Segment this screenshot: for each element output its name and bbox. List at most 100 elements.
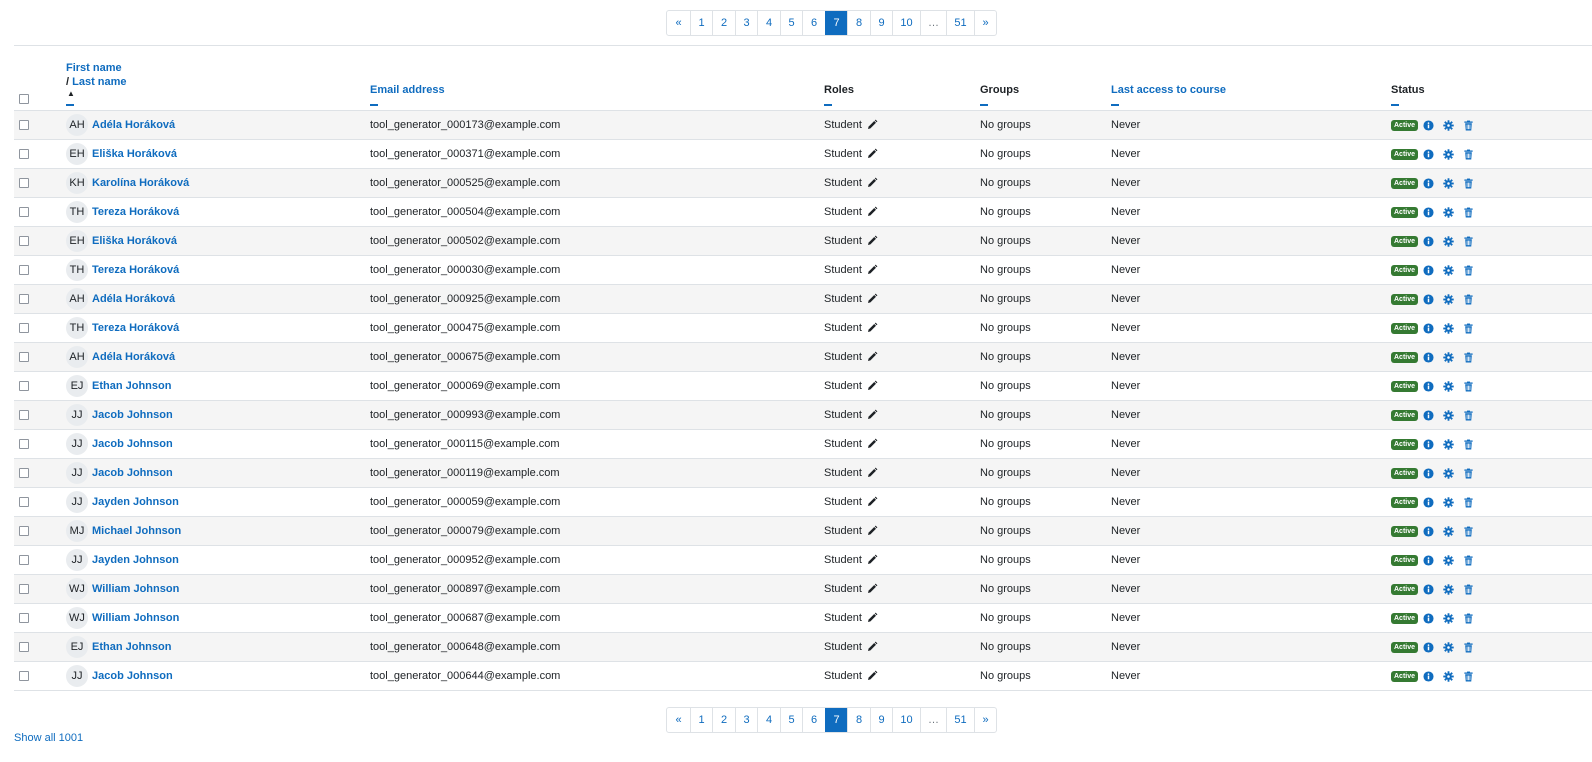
- pagination-next[interactable]: »: [974, 11, 996, 35]
- pencil-icon[interactable]: [866, 409, 878, 421]
- pagination-page-10[interactable]: 10: [892, 708, 920, 732]
- user-name-link[interactable]: Ethan Johnson: [92, 641, 171, 653]
- user-name-link[interactable]: Jacob Johnson: [92, 409, 173, 421]
- collapse-column-icon[interactable]: [824, 104, 832, 106]
- info-icon[interactable]: [1423, 525, 1434, 537]
- pencil-icon[interactable]: [866, 496, 878, 508]
- pencil-icon[interactable]: [866, 177, 878, 189]
- pagination-page-8[interactable]: 8: [847, 11, 870, 35]
- pagination-prev[interactable]: «: [667, 708, 690, 732]
- pagination-page-6[interactable]: 6: [802, 708, 825, 732]
- user-name-link[interactable]: Eliška Horáková: [92, 235, 177, 247]
- gear-icon[interactable]: [1443, 641, 1454, 653]
- pagination-page-5[interactable]: 5: [780, 11, 802, 35]
- info-icon[interactable]: [1423, 409, 1434, 421]
- row-select-checkbox[interactable]: [19, 294, 29, 305]
- info-icon[interactable]: [1423, 293, 1434, 305]
- trash-icon[interactable]: [1463, 410, 1474, 421]
- gear-icon[interactable]: [1443, 380, 1454, 392]
- gear-icon[interactable]: [1443, 351, 1454, 363]
- pencil-icon[interactable]: [866, 380, 878, 392]
- collapse-column-icon[interactable]: [1111, 104, 1119, 106]
- row-select-checkbox[interactable]: [19, 120, 29, 131]
- pencil-icon[interactable]: [866, 525, 878, 537]
- trash-icon[interactable]: [1463, 265, 1474, 276]
- pagination-page-7[interactable]: 7: [825, 11, 847, 35]
- trash-icon[interactable]: [1463, 497, 1474, 508]
- info-icon[interactable]: [1423, 438, 1434, 450]
- pencil-icon[interactable]: [866, 264, 878, 276]
- row-select-checkbox[interactable]: [19, 323, 29, 334]
- row-select-checkbox[interactable]: [19, 439, 29, 450]
- info-icon[interactable]: [1423, 467, 1434, 479]
- pagination-page-4[interactable]: 4: [757, 708, 780, 732]
- gear-icon[interactable]: [1443, 177, 1454, 189]
- row-select-checkbox[interactable]: [19, 497, 29, 508]
- pagination-page-3[interactable]: 3: [735, 708, 757, 732]
- user-name-link[interactable]: William Johnson: [92, 583, 179, 595]
- info-icon[interactable]: [1423, 177, 1434, 189]
- pencil-icon[interactable]: [866, 119, 878, 131]
- pagination-page-7[interactable]: 7: [825, 708, 847, 732]
- row-select-checkbox[interactable]: [19, 410, 29, 421]
- row-select-checkbox[interactable]: [19, 671, 29, 682]
- pencil-icon[interactable]: [866, 641, 878, 653]
- row-select-checkbox[interactable]: [19, 236, 29, 247]
- collapse-column-icon[interactable]: [1391, 104, 1399, 106]
- info-icon[interactable]: [1423, 264, 1434, 276]
- trash-icon[interactable]: [1463, 555, 1474, 566]
- user-name-link[interactable]: Jayden Johnson: [92, 554, 179, 566]
- row-select-checkbox[interactable]: [19, 381, 29, 392]
- gear-icon[interactable]: [1443, 438, 1454, 450]
- user-name-link[interactable]: Tereza Horáková: [92, 206, 179, 218]
- trash-icon[interactable]: [1463, 613, 1474, 624]
- pagination-page-51[interactable]: 51: [946, 11, 974, 35]
- user-name-link[interactable]: Adéla Horáková: [92, 351, 175, 363]
- pagination-page-9[interactable]: 9: [870, 708, 892, 732]
- first-name-sort-link[interactable]: First name: [66, 61, 370, 75]
- info-icon[interactable]: [1423, 322, 1434, 334]
- trash-icon[interactable]: [1463, 120, 1474, 131]
- gear-icon[interactable]: [1443, 322, 1454, 334]
- trash-icon[interactable]: [1463, 352, 1474, 363]
- row-select-checkbox[interactable]: [19, 352, 29, 363]
- info-icon[interactable]: [1423, 206, 1434, 218]
- row-select-checkbox[interactable]: [19, 207, 29, 218]
- gear-icon[interactable]: [1443, 525, 1454, 537]
- pagination-page-1[interactable]: 1: [690, 11, 712, 35]
- user-name-link[interactable]: Jacob Johnson: [92, 438, 173, 450]
- info-icon[interactable]: [1423, 554, 1434, 566]
- pagination-page-2[interactable]: 2: [712, 708, 735, 732]
- user-name-link[interactable]: Ethan Johnson: [92, 380, 171, 392]
- trash-icon[interactable]: [1463, 468, 1474, 479]
- pencil-icon[interactable]: [866, 583, 878, 595]
- row-select-checkbox[interactable]: [19, 265, 29, 276]
- pagination-page-2[interactable]: 2: [712, 11, 735, 35]
- show-all-link[interactable]: Show all 1001: [14, 732, 83, 744]
- info-icon[interactable]: [1423, 496, 1434, 508]
- pencil-icon[interactable]: [866, 467, 878, 479]
- pagination-page-1[interactable]: 1: [690, 708, 712, 732]
- user-name-link[interactable]: Jayden Johnson: [92, 496, 179, 508]
- pagination-prev[interactable]: «: [667, 11, 690, 35]
- trash-icon[interactable]: [1463, 439, 1474, 450]
- pencil-icon[interactable]: [866, 322, 878, 334]
- user-name-link[interactable]: Michael Johnson: [92, 525, 181, 537]
- user-name-link[interactable]: Tereza Horáková: [92, 264, 179, 276]
- pencil-icon[interactable]: [866, 612, 878, 624]
- gear-icon[interactable]: [1443, 206, 1454, 218]
- pagination-page-4[interactable]: 4: [757, 11, 780, 35]
- row-select-checkbox[interactable]: [19, 526, 29, 537]
- info-icon[interactable]: [1423, 235, 1434, 247]
- gear-icon[interactable]: [1443, 612, 1454, 624]
- pencil-icon[interactable]: [866, 235, 878, 247]
- info-icon[interactable]: [1423, 612, 1434, 624]
- pagination-page-9[interactable]: 9: [870, 11, 892, 35]
- row-select-checkbox[interactable]: [19, 613, 29, 624]
- trash-icon[interactable]: [1463, 671, 1474, 682]
- pencil-icon[interactable]: [866, 206, 878, 218]
- trash-icon[interactable]: [1463, 381, 1474, 392]
- email-sort-link[interactable]: Email address: [370, 83, 824, 97]
- user-name-link[interactable]: William Johnson: [92, 612, 179, 624]
- row-select-checkbox[interactable]: [19, 149, 29, 160]
